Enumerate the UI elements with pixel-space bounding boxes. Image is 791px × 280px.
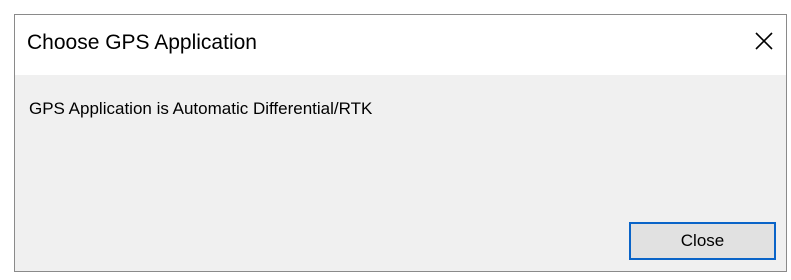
dialog-title: Choose GPS Application — [27, 31, 257, 54]
gps-application-dialog: Choose GPS Application GPS Application i… — [14, 14, 787, 272]
close-button[interactable]: Close — [629, 222, 776, 260]
dialog-titlebar: Choose GPS Application — [15, 15, 786, 75]
close-icon[interactable] — [750, 27, 778, 55]
dialog-message: GPS Application is Automatic Differentia… — [29, 99, 373, 118]
